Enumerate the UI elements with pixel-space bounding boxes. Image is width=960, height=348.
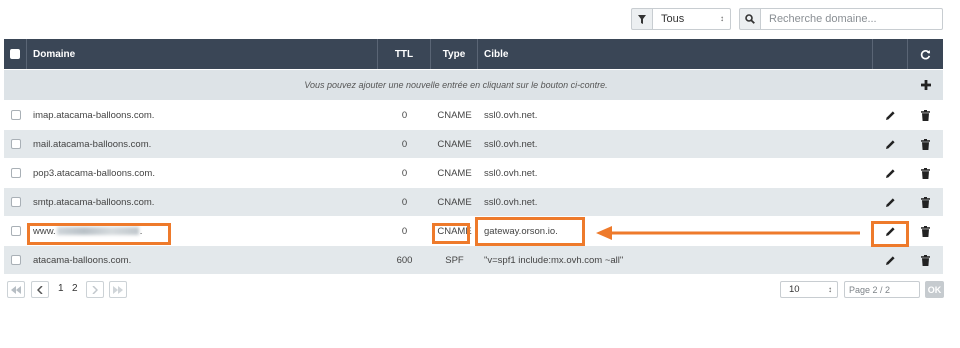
record-ttl: 0	[401, 225, 408, 237]
record-target: ssl0.ovh.net.	[484, 138, 538, 150]
annotation-arrow	[596, 226, 860, 240]
column-header-target[interactable]: Cible	[478, 39, 873, 69]
row-checkbox[interactable]	[10, 168, 21, 178]
record-type: CNAME	[437, 196, 472, 208]
highlight-edit-box	[871, 221, 909, 247]
record-target: "v=spf1 include:mx.ovh.com ~all"	[484, 254, 624, 266]
row-checkbox[interactable]	[10, 110, 21, 120]
table-row: smtp.atacama-balloons.com. 0 CNAME ssl0.…	[4, 188, 943, 217]
chevron-right-icon	[92, 285, 98, 294]
highlight-target-box	[475, 217, 585, 246]
column-header-ttl[interactable]: TTL	[378, 39, 431, 69]
record-ttl: 0	[401, 109, 408, 121]
trash-icon[interactable]	[908, 188, 943, 216]
trash-icon[interactable]	[908, 101, 943, 129]
record-type: CNAME	[437, 109, 472, 121]
go-to-page-button[interactable]: OK	[925, 281, 944, 298]
next-page-button[interactable]	[86, 281, 104, 298]
record-domain: mail.atacama-balloons.com.	[33, 138, 152, 150]
edit-icon[interactable]	[873, 101, 908, 129]
table-row: imap.atacama-balloons.com. 0 CNAME ssl0.…	[4, 101, 943, 130]
record-domain: smtp.atacama-balloons.com.	[33, 196, 155, 208]
edit-icon[interactable]	[873, 246, 908, 274]
record-ttl: 0	[401, 138, 408, 150]
record-target: ssl0.ovh.net.	[484, 109, 538, 121]
highlight-domain-box	[27, 223, 171, 245]
trash-icon[interactable]	[908, 246, 943, 274]
column-header-type[interactable]: Type	[431, 39, 478, 69]
trash-icon[interactable]	[908, 130, 943, 158]
page-number-input[interactable]	[844, 281, 920, 298]
edit-icon[interactable]	[873, 188, 908, 216]
pagination: 1 2 10 ↕ OK	[4, 281, 944, 299]
chevron-left-icon	[37, 285, 43, 294]
select-all-cell	[4, 39, 27, 69]
search-icon[interactable]	[739, 8, 761, 30]
refresh-icon[interactable]	[908, 39, 943, 69]
type-filter-value: Tous	[661, 13, 685, 25]
filter-bar: Tous ↕	[631, 8, 943, 30]
trash-icon[interactable]	[908, 217, 943, 245]
prev-page-button[interactable]	[31, 281, 49, 298]
record-type: CNAME	[437, 138, 472, 150]
column-header-edit	[873, 39, 908, 69]
record-domain: atacama-balloons.com.	[33, 254, 132, 266]
page-2-link[interactable]: 2	[72, 283, 78, 294]
double-right-icon	[113, 285, 123, 294]
add-entry-message: Vous pouvez ajouter une nouvelle entrée …	[304, 80, 608, 90]
add-entry-button[interactable]	[908, 70, 943, 100]
select-arrows-icon: ↕	[720, 14, 724, 23]
record-domain: imap.atacama-balloons.com.	[33, 109, 155, 121]
page-1-link[interactable]: 1	[58, 283, 64, 294]
last-page-button[interactable]	[109, 281, 127, 298]
record-type: SPF	[445, 254, 464, 266]
filter-icon[interactable]	[631, 8, 653, 30]
select-arrows-icon: ↕	[828, 284, 832, 294]
per-page-value: 10	[789, 284, 800, 295]
add-entry-row: Vous pouvez ajouter une nouvelle entrée …	[4, 70, 943, 101]
row-checkbox[interactable]	[10, 139, 21, 149]
row-checkbox[interactable]	[10, 255, 21, 265]
select-all-checkbox[interactable]	[10, 49, 20, 59]
record-ttl: 0	[401, 196, 408, 208]
edit-icon[interactable]	[873, 130, 908, 158]
plus-icon	[920, 80, 931, 90]
record-target: ssl0.ovh.net.	[484, 167, 538, 179]
record-ttl: 0	[401, 167, 408, 179]
record-target: ssl0.ovh.net.	[484, 196, 538, 208]
row-checkbox[interactable]	[10, 197, 21, 207]
trash-icon[interactable]	[908, 159, 943, 187]
table-row: atacama-balloons.com. 600 SPF "v=spf1 in…	[4, 246, 943, 275]
table-header: Domaine TTL Type Cible	[4, 39, 943, 70]
per-page-select[interactable]: 10 ↕	[780, 281, 838, 298]
record-ttl: 600	[396, 254, 413, 266]
record-domain: pop3.atacama-balloons.com.	[33, 167, 155, 179]
first-page-button[interactable]	[7, 281, 25, 298]
table-row: pop3.atacama-balloons.com. 0 CNAME ssl0.…	[4, 159, 943, 188]
table-row: mail.atacama-balloons.com. 0 CNAME ssl0.…	[4, 130, 943, 159]
highlight-type-box	[432, 223, 470, 244]
type-filter-select[interactable]: Tous ↕	[653, 8, 731, 30]
domain-search-input[interactable]	[761, 8, 943, 30]
edit-icon[interactable]	[873, 159, 908, 187]
double-left-icon	[11, 285, 21, 294]
record-type: CNAME	[437, 167, 472, 179]
row-checkbox[interactable]	[10, 226, 21, 236]
column-header-domain[interactable]: Domaine	[27, 39, 378, 69]
